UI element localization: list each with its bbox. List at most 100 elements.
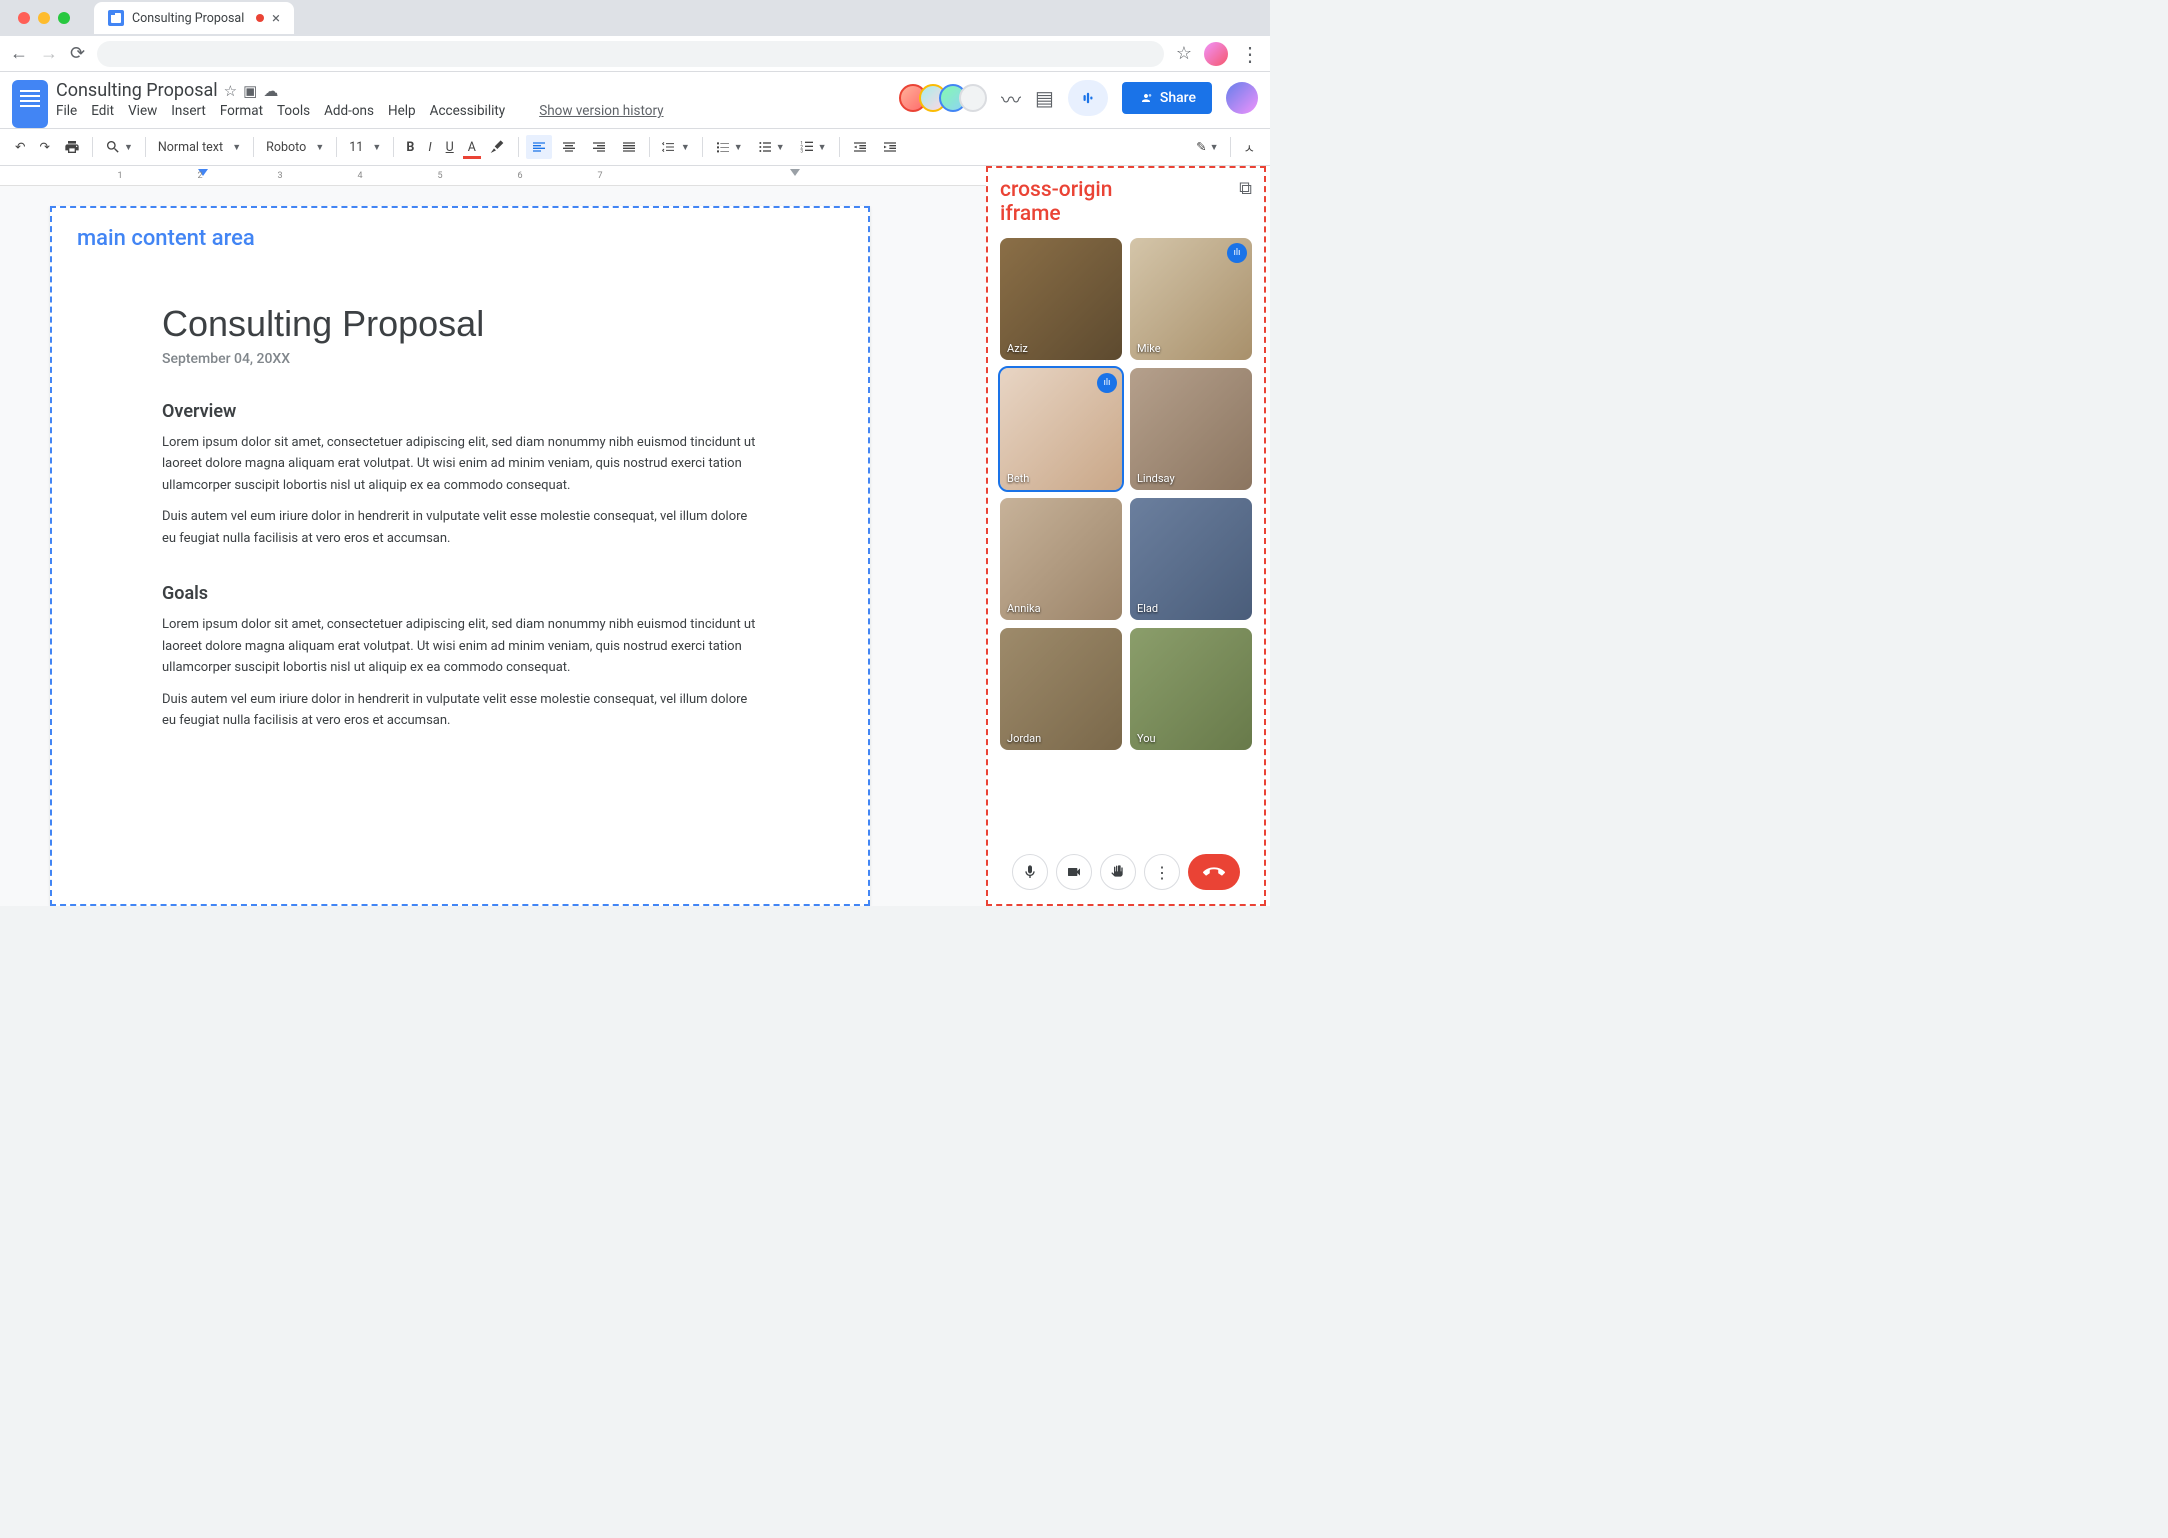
paragraph[interactable]: Duis autem vel eum iriure dolor in hendr… — [162, 506, 758, 549]
share-label: Share — [1160, 90, 1196, 106]
meet-controls: ⋮ — [1000, 842, 1252, 894]
star-icon[interactable]: ☆ — [224, 82, 237, 100]
comments-icon[interactable]: ▤ — [1035, 86, 1054, 110]
speaking-indicator-icon: ılı — [1227, 243, 1247, 263]
video-grid: Aziz ılıMike ılıBeth Lindsay Annika Elad… — [1000, 238, 1252, 842]
bullet-list-button[interactable]: ▼ — [752, 135, 790, 159]
more-options-button[interactable]: ⋮ — [1144, 854, 1180, 890]
highlight-button[interactable] — [485, 135, 511, 159]
toolbar: ↶ ↷ ▼ Normal text ▼ Roboto ▼ 11 ▼ B I U … — [0, 128, 1270, 166]
share-button[interactable]: Share — [1122, 82, 1212, 114]
align-center-button[interactable] — [556, 135, 582, 159]
docs-logo-icon[interactable] — [12, 80, 48, 128]
paragraph[interactable]: Duis autem vel eum iriure dolor in hendr… — [162, 689, 758, 732]
version-history-link[interactable]: Show version history — [539, 103, 663, 119]
docs-app: Consulting Proposal ☆ ▣ ☁ File Edit View… — [0, 72, 1270, 906]
ruler[interactable]: 1 2 3 4 5 6 7 — [0, 166, 986, 186]
forward-button[interactable]: → — [40, 43, 58, 64]
browser-tab[interactable]: Consulting Proposal × — [94, 2, 294, 34]
print-button[interactable] — [59, 135, 85, 159]
window-controls — [8, 12, 80, 24]
numbered-list-button[interactable]: 123▼ — [794, 135, 832, 159]
main-content-annotation: main content area — [77, 226, 255, 251]
paragraph[interactable]: Lorem ipsum dolor sit amet, consectetuer… — [162, 432, 758, 496]
collaborator-avatar[interactable] — [959, 84, 987, 112]
menu-addons[interactable]: Add-ons — [324, 103, 374, 119]
mute-button[interactable] — [1012, 854, 1048, 890]
video-tile[interactable]: Jordan — [1000, 628, 1122, 750]
menu-file[interactable]: File — [56, 103, 77, 119]
move-folder-icon[interactable]: ▣ — [243, 82, 257, 100]
reload-button[interactable]: ⟳ — [70, 43, 85, 64]
browser-profile-avatar[interactable] — [1204, 42, 1228, 66]
document-heading[interactable]: Consulting Proposal — [162, 303, 758, 345]
section-heading[interactable]: Goals — [162, 583, 758, 604]
recording-indicator-icon — [256, 14, 264, 22]
window-maximize-button[interactable] — [58, 12, 70, 24]
camera-button[interactable] — [1056, 854, 1092, 890]
outdent-button[interactable] — [847, 135, 873, 159]
iframe-annotation: cross-originiframe — [1000, 178, 1112, 226]
video-tile[interactable]: Lindsay — [1130, 368, 1252, 490]
video-tile[interactable]: You — [1130, 628, 1252, 750]
zoom-dropdown[interactable]: ▼ — [100, 135, 138, 159]
undo-button[interactable]: ↶ — [10, 135, 30, 159]
url-bar: ← → ⟳ ☆ ⋮ — [0, 36, 1270, 72]
style-dropdown[interactable]: Normal text ▼ — [153, 136, 246, 159]
checklist-button[interactable]: ▼ — [710, 135, 748, 159]
editing-mode-button[interactable]: ✎ ▼ — [1191, 135, 1223, 159]
line-spacing-button[interactable]: ▼ — [657, 135, 695, 159]
font-dropdown[interactable]: Roboto ▼ — [261, 136, 329, 159]
video-tile[interactable]: Aziz — [1000, 238, 1122, 360]
meet-button[interactable] — [1068, 80, 1108, 116]
menu-edit[interactable]: Edit — [91, 103, 114, 119]
window-close-button[interactable] — [18, 12, 30, 24]
popout-icon[interactable]: ⧉ — [1239, 178, 1252, 199]
video-tile[interactable]: Annika — [1000, 498, 1122, 620]
document-date[interactable]: September 04, 20XX — [162, 351, 758, 367]
document-title[interactable]: Consulting Proposal — [56, 80, 218, 101]
editor: 1 2 3 4 5 6 7 main content area Consulti… — [0, 166, 986, 906]
window-minimize-button[interactable] — [38, 12, 50, 24]
account-avatar[interactable] — [1226, 82, 1258, 114]
redo-button[interactable]: ↷ — [34, 135, 54, 159]
back-button[interactable]: ← — [10, 43, 28, 64]
menu-format[interactable]: Format — [220, 103, 263, 119]
align-justify-button[interactable] — [616, 135, 642, 159]
align-right-button[interactable] — [586, 135, 612, 159]
menu-view[interactable]: View — [128, 103, 157, 119]
video-tile[interactable]: Elad — [1130, 498, 1252, 620]
italic-button[interactable]: I — [423, 136, 436, 159]
docs-favicon-icon — [108, 10, 124, 26]
tab-close-button[interactable]: × — [272, 9, 280, 27]
document-page[interactable]: main content area Consulting Proposal Se… — [50, 206, 870, 906]
address-bar[interactable] — [97, 41, 1164, 67]
menu-help[interactable]: Help — [388, 103, 416, 119]
speaking-indicator-icon: ılı — [1097, 373, 1117, 393]
video-tile[interactable]: ılıBeth — [1000, 368, 1122, 490]
menu-tools[interactable]: Tools — [277, 103, 310, 119]
right-indent-marker-icon[interactable] — [790, 169, 804, 183]
section-heading[interactable]: Overview — [162, 401, 758, 422]
underline-button[interactable]: U — [441, 136, 459, 159]
indent-button[interactable] — [877, 135, 903, 159]
hide-menus-button[interactable]: ㅅ — [1238, 134, 1260, 161]
menu-insert[interactable]: Insert — [171, 103, 206, 119]
docs-header: Consulting Proposal ☆ ▣ ☁ File Edit View… — [0, 72, 1270, 128]
bookmark-star-icon[interactable]: ☆ — [1176, 43, 1192, 64]
align-left-button[interactable] — [526, 135, 552, 159]
font-size-dropdown[interactable]: 11 ▼ — [344, 136, 386, 159]
paragraph[interactable]: Lorem ipsum dolor sit amet, consectetuer… — [162, 614, 758, 678]
bold-button[interactable]: B — [401, 136, 419, 159]
menu-accessibility[interactable]: Accessibility — [430, 103, 506, 119]
activity-icon[interactable]: 〰 — [1001, 84, 1021, 113]
hangup-button[interactable] — [1188, 854, 1240, 890]
svg-text:3: 3 — [800, 148, 803, 154]
browser-chrome: Consulting Proposal × ← → ⟳ ☆ ⋮ — [0, 0, 1270, 72]
browser-menu-button[interactable]: ⋮ — [1240, 42, 1260, 66]
video-call-iframe: cross-originiframe ⧉ Aziz ılıMike ılıBet… — [986, 166, 1266, 906]
text-color-button[interactable]: A — [463, 136, 481, 159]
video-tile[interactable]: ılıMike — [1130, 238, 1252, 360]
tab-title: Consulting Proposal — [132, 11, 244, 26]
raise-hand-button[interactable] — [1100, 854, 1136, 890]
